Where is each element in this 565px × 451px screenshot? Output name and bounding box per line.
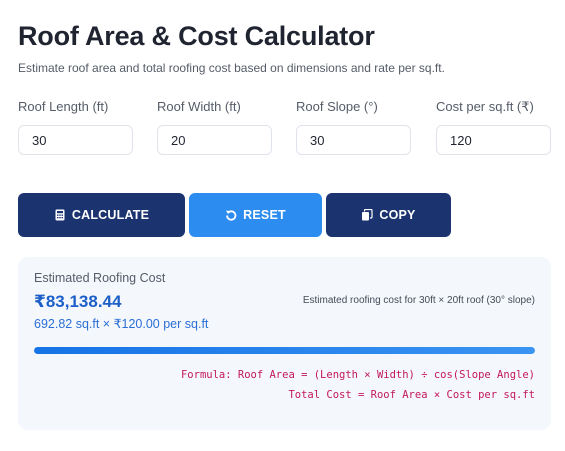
cost-per-sqft-field: Cost per sq.ft (₹)	[436, 98, 551, 155]
page-title: Roof Area & Cost Calculator	[18, 21, 375, 51]
roof-length-input[interactable]	[18, 125, 133, 155]
result-detail: 692.82 sq.ft × ₹120.00 per sq.ft	[34, 317, 209, 331]
roof-length-label: Roof Length (ft)	[18, 99, 109, 114]
roof-slope-input[interactable]	[296, 125, 411, 155]
roof-length-field: Roof Length (ft)	[18, 98, 133, 155]
roof-slope-field: Roof Slope (°)	[296, 98, 411, 155]
result-total: ₹83,138.44	[34, 292, 122, 311]
roof-width-input[interactable]	[157, 125, 272, 155]
cost-per-sqft-input[interactable]	[436, 125, 551, 155]
reset-icon	[225, 209, 237, 221]
reset-button-label: RESET	[243, 208, 286, 222]
copy-button-label: COPY	[379, 208, 416, 222]
result-note: Estimated roofing cost for 30ft × 20ft r…	[302, 295, 535, 306]
result-card: Estimated Roofing Cost ₹83,138.44 Estima…	[18, 257, 551, 430]
calculator-icon	[54, 209, 66, 221]
roof-width-label: Roof Width (ft)	[157, 99, 241, 114]
page-subtitle: Estimate roof area and total roofing cos…	[18, 61, 445, 75]
copy-button[interactable]: COPY	[326, 193, 451, 237]
formula-total-cost: Total Cost = Roof Area × Cost per sq.ft	[288, 389, 535, 401]
progress-bar	[34, 347, 535, 354]
roof-slope-label: Roof Slope (°)	[296, 99, 378, 114]
progress-bar-fill	[34, 347, 535, 354]
formula-area: Formula: Roof Area = (Length × Width) ÷ …	[180, 369, 535, 381]
calculate-button-label: CALCULATE	[71, 208, 150, 222]
roof-width-field: Roof Width (ft)	[157, 98, 272, 155]
copy-icon	[361, 209, 373, 221]
reset-button[interactable]: RESET	[189, 193, 322, 237]
cost-per-sqft-label: Cost per sq.ft (₹)	[436, 99, 534, 114]
calculate-button[interactable]: CALCULATE	[18, 193, 185, 237]
result-label: Estimated Roofing Cost	[34, 271, 166, 285]
